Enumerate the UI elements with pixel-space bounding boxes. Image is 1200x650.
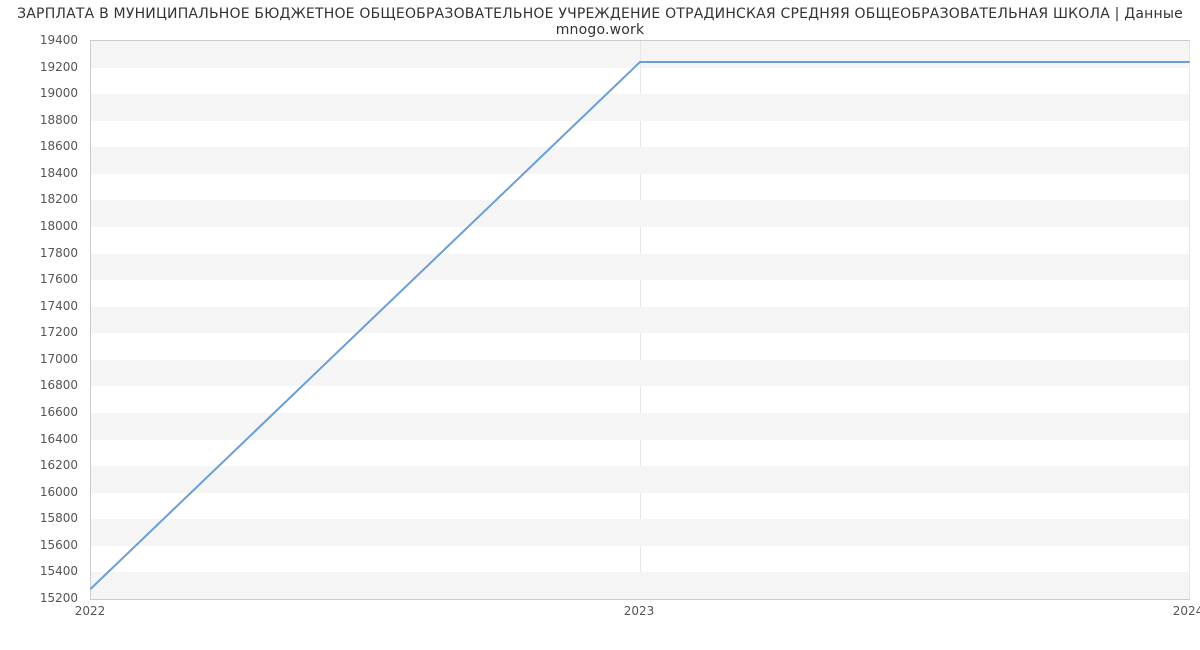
y-tick-label: 16000 (0, 485, 84, 499)
x-tick-label: 2024 (1173, 604, 1200, 618)
x-tick-label: 2022 (75, 604, 106, 618)
y-tick-label: 17800 (0, 246, 84, 260)
y-tick-label: 18400 (0, 166, 84, 180)
plot-area (90, 40, 1190, 600)
y-tick-label: 16800 (0, 378, 84, 392)
y-tick-label: 15800 (0, 511, 84, 525)
y-tick-label: 18600 (0, 139, 84, 153)
y-tick-label: 18000 (0, 219, 84, 233)
y-tick-label: 19000 (0, 86, 84, 100)
y-axis-ticks: 1520015400156001580016000162001640016600… (0, 40, 84, 600)
series-line (91, 62, 1189, 589)
chart-title: ЗАРПЛАТА В МУНИЦИПАЛЬНОЕ БЮДЖЕТНОЕ ОБЩЕО… (0, 6, 1200, 38)
y-tick-label: 18200 (0, 192, 84, 206)
y-tick-label: 17000 (0, 352, 84, 366)
y-tick-label: 15200 (0, 591, 84, 605)
y-tick-label: 19400 (0, 33, 84, 47)
line-layer (91, 41, 1189, 599)
y-tick-label: 17200 (0, 325, 84, 339)
y-tick-label: 16600 (0, 405, 84, 419)
y-tick-label: 16400 (0, 432, 84, 446)
y-tick-label: 19200 (0, 60, 84, 74)
y-tick-label: 16200 (0, 458, 84, 472)
y-tick-label: 17600 (0, 272, 84, 286)
x-tick-label: 2023 (624, 604, 655, 618)
y-tick-label: 15400 (0, 564, 84, 578)
y-tick-label: 18800 (0, 113, 84, 127)
y-tick-label: 15600 (0, 538, 84, 552)
x-axis-ticks: 202220232024 (90, 604, 1190, 624)
grid-vertical (1189, 41, 1190, 599)
y-tick-label: 17400 (0, 299, 84, 313)
chart-container: ЗАРПЛАТА В МУНИЦИПАЛЬНОЕ БЮДЖЕТНОЕ ОБЩЕО… (0, 0, 1200, 650)
